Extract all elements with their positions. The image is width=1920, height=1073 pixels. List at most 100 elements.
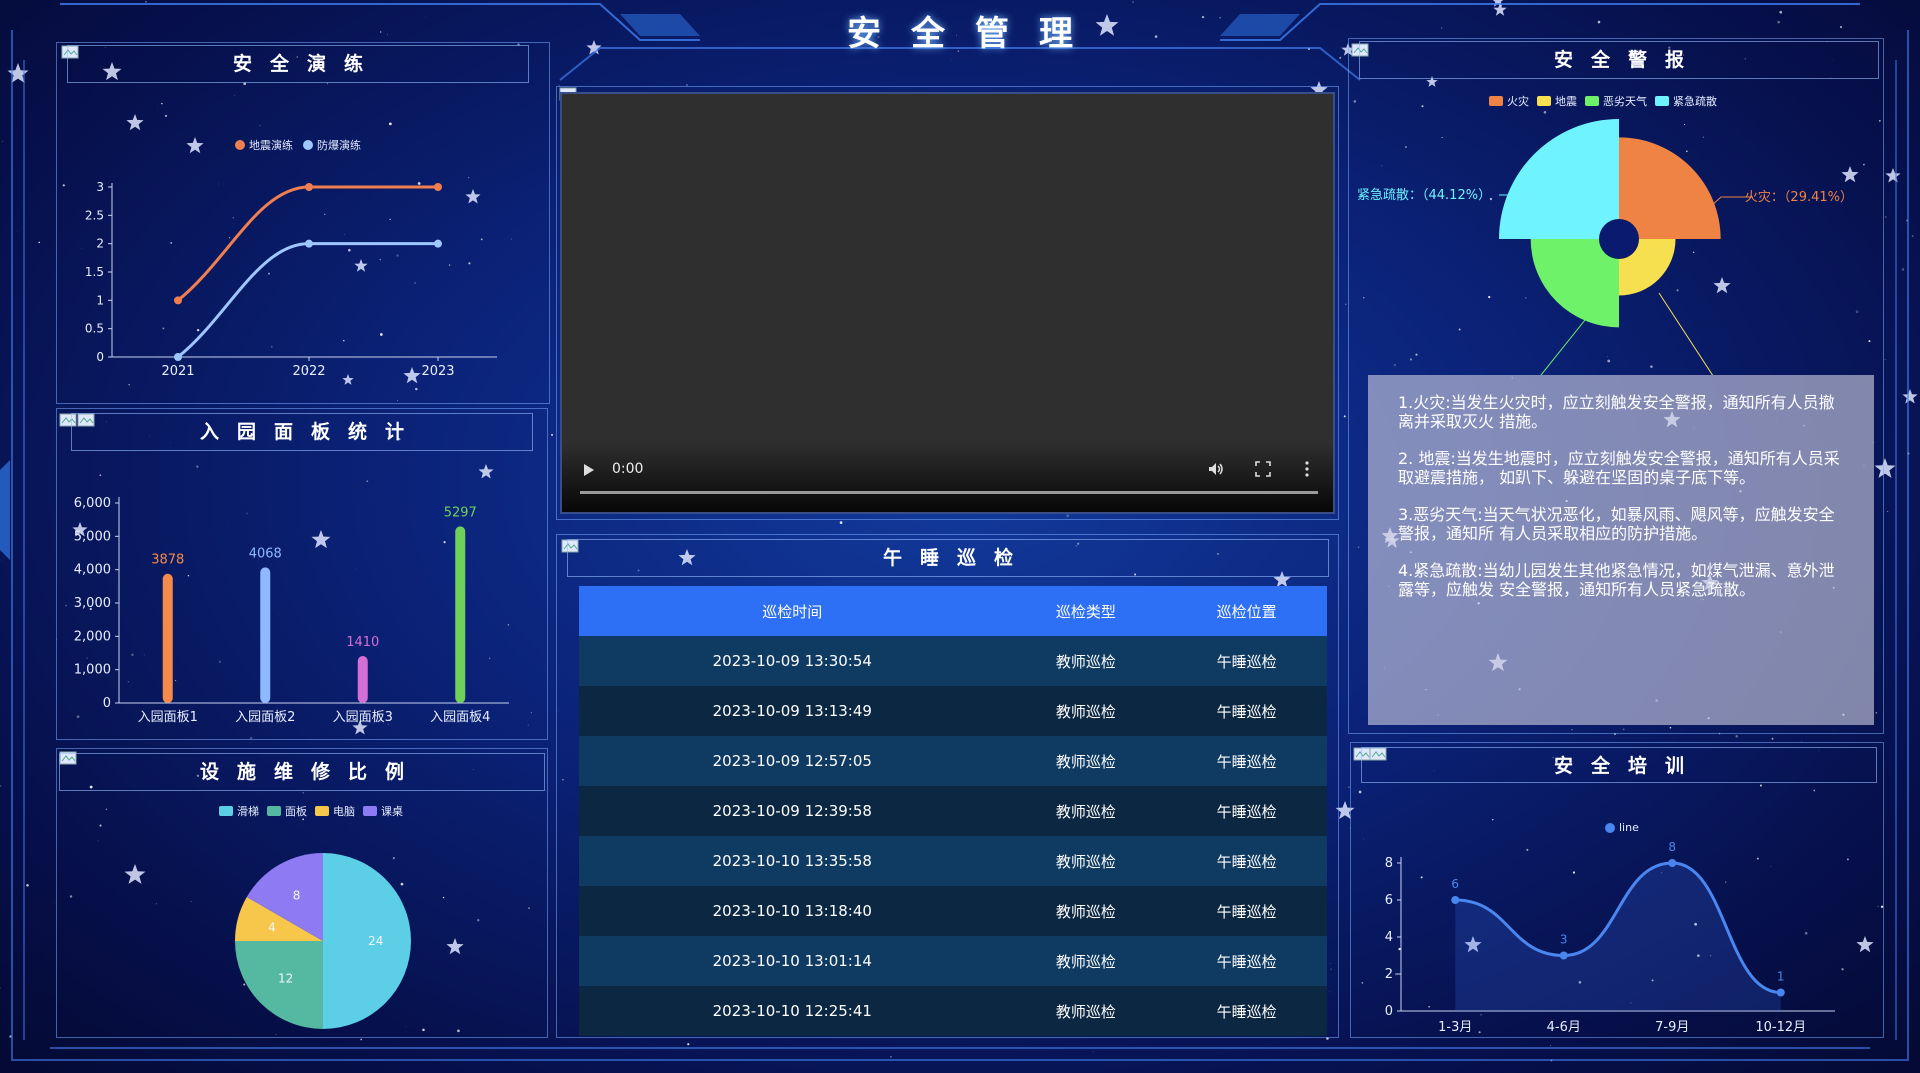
data-point xyxy=(1451,896,1460,904)
bar xyxy=(455,526,466,703)
table-row[interactable]: 2023-10-09 13:30:54 教师巡检 午睡巡检 xyxy=(579,636,1327,686)
table-row[interactable]: 2023-10-10 13:18:40 教师巡检 午睡巡检 xyxy=(579,886,1327,936)
x-tick-label: 1-3月 xyxy=(1438,1020,1472,1035)
cell-location: 午睡巡检 xyxy=(1166,886,1327,936)
y-tick-label: 2,000 xyxy=(74,629,111,644)
cell-type: 教师巡检 xyxy=(1005,836,1167,886)
note-quake: 2. 地震:当发生地震时，应立刻触发安全警报，通知所有人员采取避震措施， 如趴下… xyxy=(1398,449,1840,487)
slice-value-label: 8 xyxy=(293,888,301,902)
play-icon[interactable] xyxy=(584,464,594,476)
more-options-icon[interactable] xyxy=(1304,460,1310,478)
legend-item-panel[interactable]: 面板 xyxy=(267,803,307,819)
repair-legend: 滑梯 面板 电脑 课桌 xyxy=(219,803,403,819)
alarm-legend: 火灾 地震 恶劣天气 紧急疏散 xyxy=(1489,93,1717,109)
table-header-row: 巡检时间 巡检类型 巡检位置 xyxy=(579,586,1327,636)
y-tick-label: 2 xyxy=(96,237,104,251)
column-header-time[interactable]: 巡检时间 xyxy=(579,586,1006,636)
legend-item-weather[interactable]: 恶劣天气 xyxy=(1585,93,1647,109)
rose-slice xyxy=(1619,137,1721,239)
data-point xyxy=(1776,988,1785,997)
cell-time: 2023-10-10 13:01:14 xyxy=(579,936,1006,986)
bar xyxy=(162,573,173,703)
bar-value-label: 4068 xyxy=(249,546,282,561)
cell-type: 教师巡检 xyxy=(1005,936,1167,986)
table-row[interactable]: 2023-10-10 12:25:41 教师巡检 午睡巡检 xyxy=(579,986,1327,1036)
y-tick-label: 1,000 xyxy=(74,663,111,678)
rose-center-hole xyxy=(1600,220,1638,258)
note-fire: 1.火灾:当发生火灾时，应立刻触发安全警报，通知所有人员撤离并采取灭火 措施。 xyxy=(1398,393,1835,431)
y-tick-label: 4,000 xyxy=(74,563,111,578)
bar-value-label: 5297 xyxy=(444,505,477,520)
drill-legend: 地震演练 防爆演练 xyxy=(235,137,361,153)
y-tick-label: 3,000 xyxy=(74,596,111,611)
panel-title: 设施维修比例 xyxy=(59,753,545,791)
y-tick-label: 2 xyxy=(1385,967,1393,982)
legend-item-fire[interactable]: 火灾 xyxy=(1489,93,1529,109)
x-tick-label: 入园面板3 xyxy=(333,710,393,725)
data-point-label: 8 xyxy=(1668,840,1676,854)
cell-type: 教师巡检 xyxy=(1005,886,1167,936)
volume-icon[interactable] xyxy=(1207,460,1225,478)
cell-time: 2023-10-10 13:18:40 xyxy=(579,886,1006,936)
legend-item-explosion-drill[interactable]: 防爆演练 xyxy=(303,137,361,153)
y-tick-label: 5,000 xyxy=(74,529,111,544)
x-tick-label: 4-6月 xyxy=(1547,1020,1581,1035)
repair-pie-chart: 24 12 4 8 xyxy=(235,853,411,1029)
x-tick-label: 2022 xyxy=(292,364,325,379)
cell-time: 2023-10-10 12:25:41 xyxy=(579,986,1006,1036)
legend-item-evac[interactable]: 紧急疏散 xyxy=(1655,93,1717,109)
cell-type: 教师巡检 xyxy=(1005,686,1167,736)
y-tick-label: 3 xyxy=(96,180,104,194)
cell-location: 午睡巡检 xyxy=(1166,736,1327,786)
slice-value-label: 12 xyxy=(278,971,293,985)
note-evac: 4.紧急疏散:当幼儿园发生其他紧急情况，如煤气泄漏、意外泄露等，应触发 安全警报… xyxy=(1398,561,1835,599)
table-row[interactable]: 2023-10-09 13:13:49 教师巡检 午睡巡检 xyxy=(579,686,1327,736)
drill-panel: 安全演练 地震演练 防爆演练 0 0.5 1 1.5 2 2.5 3 2021 2022 2023 xyxy=(56,42,550,404)
cell-time: 2023-10-09 13:30:54 xyxy=(579,636,1006,686)
cell-location: 午睡巡检 xyxy=(1166,786,1327,836)
table-row[interactable]: 2023-10-09 12:39:58 教师巡检 午睡巡检 xyxy=(579,786,1327,836)
x-tick-label: 入园面板1 xyxy=(138,710,198,725)
cell-location: 午睡巡检 xyxy=(1166,636,1327,686)
cell-time: 2023-10-09 12:39:58 xyxy=(579,786,1006,836)
y-tick-label: 0 xyxy=(1385,1004,1393,1019)
fullscreen-icon[interactable] xyxy=(1255,461,1271,477)
legend-item-desk[interactable]: 课桌 xyxy=(363,803,403,819)
video-progress-bar[interactable] xyxy=(580,491,1318,494)
cell-time: 2023-10-09 12:57:05 xyxy=(579,736,1006,786)
note-weather: 3.恶劣天气:当天气状况恶化，如暴风雨、飓风等，应触发安全警报，通知所 有人员采… xyxy=(1398,505,1835,543)
legend-item-computer[interactable]: 电脑 xyxy=(315,803,355,819)
slice-label: 紧急疏散：（44.12%） xyxy=(1357,188,1491,203)
legend-item-quake-drill[interactable]: 地震演练 xyxy=(235,137,293,153)
pie-slice xyxy=(323,853,411,1029)
video-player[interactable]: 0:00 xyxy=(560,92,1335,514)
cell-type: 教师巡检 xyxy=(1005,736,1167,786)
y-tick-label: 1 xyxy=(96,293,104,307)
column-header-location[interactable]: 巡检位置 xyxy=(1166,586,1327,636)
cell-location: 午睡巡检 xyxy=(1166,836,1327,886)
cell-location: 午睡巡检 xyxy=(1166,936,1327,986)
y-tick-label: 1.5 xyxy=(85,265,104,279)
legend-item-slide[interactable]: 滑梯 xyxy=(219,803,259,819)
bar xyxy=(357,656,368,703)
bar-value-label: 1410 xyxy=(346,635,379,650)
legend-item-quake[interactable]: 地震 xyxy=(1537,93,1577,109)
entry-panel: 入园面板统计 0 1,000 2,000 3,000 4,000 5,000 6,000 38… xyxy=(56,408,548,740)
table-row[interactable]: 2023-10-10 13:01:14 教师巡检 午睡巡检 xyxy=(579,936,1327,986)
y-tick-label: 2.5 xyxy=(85,208,104,222)
page-title: 安全管理 xyxy=(847,14,1103,54)
x-tick-label: 2021 xyxy=(161,364,194,379)
data-point xyxy=(1668,859,1677,867)
video-time: 0:00 xyxy=(612,461,644,477)
alarm-rose-chart: 火灾：（29.41%）地震：（5.88%）恶劣天气：（20.59%）紧急疏散：（… xyxy=(1357,119,1853,375)
table-row[interactable]: 2023-10-10 13:35:58 教师巡检 午睡巡检 xyxy=(579,836,1327,886)
data-point xyxy=(174,353,182,361)
table-row[interactable]: 2023-10-09 12:57:05 教师巡检 午睡巡检 xyxy=(579,736,1327,786)
panel-title: 入园面板统计 xyxy=(71,413,533,451)
x-tick-label: 2023 xyxy=(421,364,454,379)
cell-time: 2023-10-10 13:35:58 xyxy=(579,836,1006,886)
cell-location: 午睡巡检 xyxy=(1166,986,1327,1036)
training-legend: line xyxy=(1605,821,1639,834)
legend-item-line[interactable]: line xyxy=(1605,821,1639,834)
column-header-type[interactable]: 巡检类型 xyxy=(1005,586,1167,636)
